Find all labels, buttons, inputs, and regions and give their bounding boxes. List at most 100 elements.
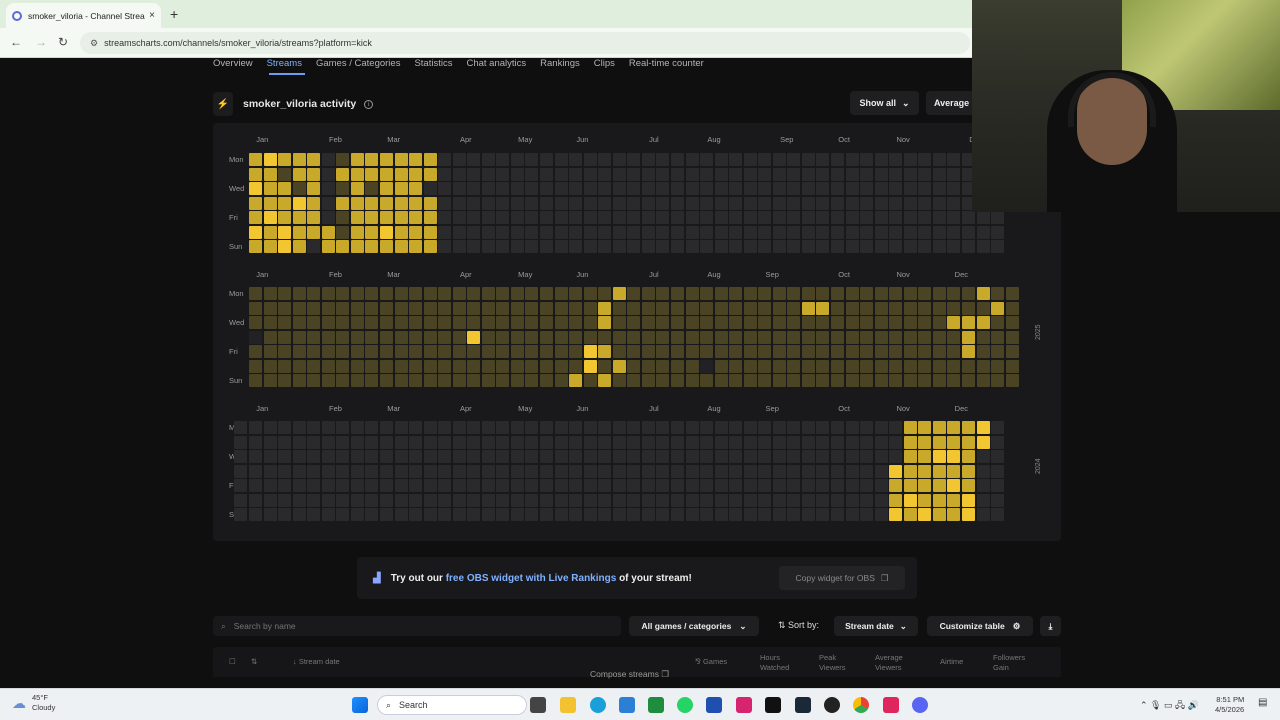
heatmap-cell[interactable] xyxy=(743,225,757,239)
heatmap-cell[interactable] xyxy=(409,464,423,478)
heatmap-cell[interactable] xyxy=(379,421,393,434)
heatmap-cell[interactable] xyxy=(598,464,612,478)
heatmap-cell[interactable] xyxy=(860,196,874,210)
heatmap-cell[interactable] xyxy=(612,316,626,330)
heatmap-cell[interactable] xyxy=(307,240,321,254)
heatmap-cell[interactable] xyxy=(903,153,917,166)
heatmap-cell[interactable] xyxy=(889,167,903,181)
heatmap-cell[interactable] xyxy=(845,435,859,449)
heatmap-cell[interactable] xyxy=(409,450,423,464)
heatmap-cell[interactable] xyxy=(510,479,524,493)
heatmap-cell[interactable] xyxy=(845,374,859,388)
heatmap-cell[interactable] xyxy=(510,450,524,464)
heatmap-cell[interactable] xyxy=(481,196,495,210)
heatmap-cell[interactable] xyxy=(874,196,888,210)
heatmap-cell[interactable] xyxy=(278,196,292,210)
heatmap-cell[interactable] xyxy=(569,435,583,449)
heatmap-cell[interactable] xyxy=(394,153,408,166)
heatmap-cell[interactable] xyxy=(889,287,903,300)
heatmap-cell[interactable] xyxy=(598,316,612,330)
heatmap-cell[interactable] xyxy=(860,508,874,522)
heatmap-cell[interactable] xyxy=(379,508,393,522)
heatmap-cell[interactable] xyxy=(932,153,946,166)
heatmap-cell[interactable] xyxy=(510,464,524,478)
heatmap-cell[interactable] xyxy=(467,316,481,330)
heatmap-cell[interactable] xyxy=(554,450,568,464)
weather-widget[interactable]: ☁ 45°F Cloudy xyxy=(12,693,55,713)
heatmap-cell[interactable] xyxy=(816,153,830,166)
heatmap-cell[interactable] xyxy=(467,464,481,478)
heatmap-cell[interactable] xyxy=(278,464,292,478)
heatmap-cell[interactable] xyxy=(656,330,670,344)
heatmap-cell[interactable] xyxy=(321,196,335,210)
heatmap-cell[interactable] xyxy=(496,359,510,373)
heatmap-cell[interactable] xyxy=(991,464,1005,478)
heatmap-cell[interactable] xyxy=(976,345,990,359)
heatmap-cell[interactable] xyxy=(816,359,830,373)
heatmap-cell[interactable] xyxy=(627,167,641,181)
heatmap-cell[interactable] xyxy=(685,153,699,166)
heatmap-cell[interactable] xyxy=(700,153,714,166)
heatmap-cell[interactable] xyxy=(743,374,757,388)
heatmap-cell[interactable] xyxy=(641,508,655,522)
heatmap-cell[interactable] xyxy=(845,421,859,434)
heatmap-cell[interactable] xyxy=(816,450,830,464)
heatmap-cell[interactable] xyxy=(903,374,917,388)
heatmap-cell[interactable] xyxy=(932,196,946,210)
heatmap-cell[interactable] xyxy=(379,435,393,449)
heatmap-cell[interactable] xyxy=(641,450,655,464)
heatmap-cell[interactable] xyxy=(525,374,539,388)
heatmap-cell[interactable] xyxy=(292,493,306,507)
edge-icon[interactable] xyxy=(590,697,606,713)
instagram-icon[interactable] xyxy=(736,697,752,713)
heatmap-cell[interactable] xyxy=(438,450,452,464)
heatmap-cell[interactable] xyxy=(685,435,699,449)
heatmap-cell[interactable] xyxy=(350,493,364,507)
heatmap-cell[interactable] xyxy=(670,435,684,449)
heatmap-cell[interactable] xyxy=(278,493,292,507)
heatmap-cell[interactable] xyxy=(947,182,961,196)
heatmap-cell[interactable] xyxy=(249,508,262,522)
heatmap-cell[interactable] xyxy=(816,196,830,210)
heatmap-cell[interactable] xyxy=(947,508,961,522)
heatmap-cell[interactable] xyxy=(961,301,975,315)
heatmap-cell[interactable] xyxy=(772,287,786,300)
heatmap-cell[interactable] xyxy=(583,435,597,449)
heatmap-cell[interactable] xyxy=(249,374,262,388)
heatmap-cell[interactable] xyxy=(321,493,335,507)
heatmap-cell[interactable] xyxy=(569,450,583,464)
heatmap-cell[interactable] xyxy=(481,450,495,464)
heatmap-cell[interactable] xyxy=(510,421,524,434)
heatmap-cell[interactable] xyxy=(947,196,961,210)
heatmap-cell[interactable] xyxy=(918,225,932,239)
heatmap-cell[interactable] xyxy=(772,464,786,478)
heatmap-cell[interactable] xyxy=(598,330,612,344)
heatmap-cell[interactable] xyxy=(263,345,277,359)
heatmap-cell[interactable] xyxy=(961,508,975,522)
heatmap-cell[interactable] xyxy=(321,479,335,493)
heatmap-cell[interactable] xyxy=(860,435,874,449)
heatmap-cell[interactable] xyxy=(656,211,670,225)
heatmap-cell[interactable] xyxy=(496,240,510,254)
heatmap-cell[interactable] xyxy=(889,211,903,225)
games-filter-dropdown[interactable]: All games / categories ⌄ xyxy=(629,616,759,636)
heatmap-cell[interactable] xyxy=(569,493,583,507)
heatmap-cell[interactable] xyxy=(612,479,626,493)
heatmap-cell[interactable] xyxy=(947,464,961,478)
heatmap-cell[interactable] xyxy=(641,421,655,434)
heatmap-cell[interactable] xyxy=(278,287,292,300)
heatmap-cell[interactable] xyxy=(918,421,932,434)
heatmap-cell[interactable] xyxy=(249,287,262,300)
heatmap-cell[interactable] xyxy=(307,464,321,478)
heatmap-cell[interactable] xyxy=(612,240,626,254)
heatmap-cell[interactable] xyxy=(831,167,844,181)
heatmap-cell[interactable] xyxy=(932,359,946,373)
heatmap-cell[interactable] xyxy=(714,167,728,181)
heatmap-cell[interactable] xyxy=(423,196,437,210)
heatmap-cell[interactable] xyxy=(816,182,830,196)
heatmap-cell[interactable] xyxy=(685,359,699,373)
heatmap-cell[interactable] xyxy=(772,301,786,315)
heatmap-cell[interactable] xyxy=(743,211,757,225)
heatmap-cell[interactable] xyxy=(918,167,932,181)
heatmap-cell[interactable] xyxy=(860,493,874,507)
